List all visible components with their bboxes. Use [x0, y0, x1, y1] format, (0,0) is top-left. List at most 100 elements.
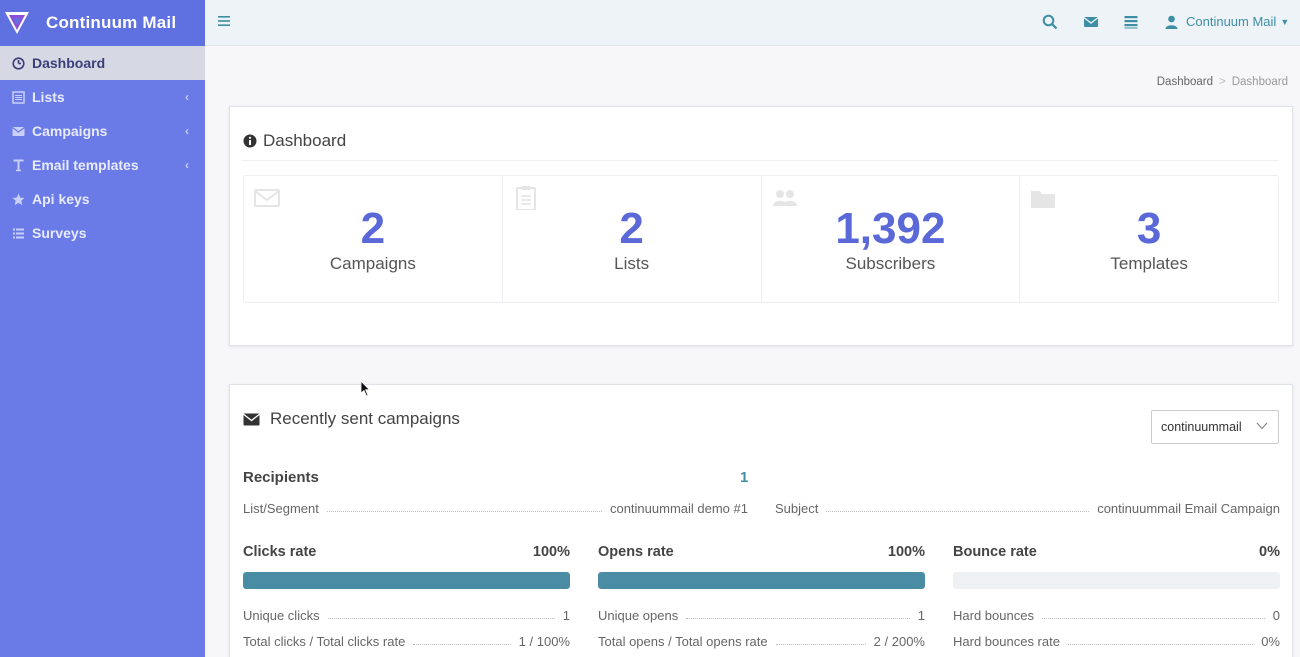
- stat-subscribers[interactable]: 1,392 Subscribers: [762, 176, 1021, 302]
- leader-dots: [826, 511, 1090, 512]
- bounce-rate-bar: [953, 572, 1280, 589]
- sidebar-item-campaigns[interactable]: Campaigns ‹: [0, 114, 205, 148]
- star-icon: [10, 191, 26, 207]
- unique-clicks-row: Unique clicks 1: [243, 608, 570, 623]
- recent-campaigns-panel: Recently sent campaigns continuummail Re…: [229, 384, 1293, 657]
- recent-campaigns-title: Recently sent campaigns: [270, 409, 460, 428]
- dashboard-title: Dashboard: [263, 131, 347, 150]
- recipients-label: Recipients: [243, 469, 319, 486]
- bounce-rate-title: Bounce rate: [953, 544, 1037, 560]
- user-name: Continuum Mail: [1186, 14, 1277, 29]
- hamburger-menu-icon[interactable]: [218, 15, 230, 27]
- total-clicks-label: Total clicks / Total clicks rate: [243, 634, 406, 649]
- stat-lists[interactable]: 2 Lists: [503, 176, 762, 302]
- stat-templates[interactable]: 3 Templates: [1020, 176, 1278, 302]
- subject-value: continuummail Email Campaign: [1097, 501, 1280, 516]
- opens-rate-bar-fill: [598, 572, 925, 589]
- user-icon: [1165, 15, 1178, 29]
- hard-bounces-rate-value: 0%: [1261, 634, 1280, 649]
- total-clicks-value: 1 / 100%: [518, 634, 570, 649]
- clicks-rate-value: 100%: [532, 544, 570, 560]
- stat-label: Subscribers: [845, 254, 936, 273]
- subject-row: Subject continuummail Email Campaign: [775, 501, 1280, 516]
- stat-label: Lists: [614, 254, 650, 273]
- stats-row: 2 Campaigns 2 Lists 1,392 Subscribers 3 …: [243, 175, 1279, 303]
- stat-campaigns[interactable]: 2 Campaigns: [244, 176, 503, 302]
- opens-rate-bar: [598, 572, 925, 589]
- divider: [243, 160, 1279, 161]
- leader-dots: [326, 511, 602, 512]
- list-segment-row: List/Segment continuummail demo #1: [243, 501, 748, 516]
- dashboard-icon: [10, 55, 26, 71]
- bounce-rate-value: 0%: [1259, 544, 1280, 560]
- brand[interactable]: Continuum Mail: [0, 0, 205, 46]
- sidebar: Continuum Mail Dashboard Lists ‹ Campaig…: [0, 0, 205, 657]
- unique-clicks-value: 1: [562, 608, 570, 623]
- subject-label: Subject: [775, 501, 819, 516]
- hard-bounces-rate-row: Hard bounces rate 0%: [953, 634, 1280, 649]
- clicks-rate-bar-fill: [243, 572, 570, 589]
- tasks-icon[interactable]: [1123, 14, 1139, 30]
- breadcrumb-current: Dashboard: [1231, 76, 1288, 88]
- mouse-cursor-icon: [361, 381, 371, 397]
- sidebar-item-lists[interactable]: Lists ‹: [0, 80, 205, 114]
- chevron-left-icon: ‹: [185, 90, 189, 104]
- stat-value: 2: [360, 204, 386, 253]
- leader-dots: [1041, 618, 1265, 619]
- clicks-rate-title: Clicks rate: [243, 544, 317, 560]
- search-icon[interactable]: [1042, 14, 1058, 30]
- total-opens-value: 2 / 200%: [873, 634, 925, 649]
- sidebar-item-label: Surveys: [32, 225, 87, 241]
- unique-clicks-label: Unique clicks: [243, 608, 320, 623]
- breadcrumb: Dashboard > Dashboard: [1157, 76, 1288, 88]
- campaign-select[interactable]: continuummail: [1151, 410, 1279, 444]
- user-menu[interactable]: Continuum Mail ▼: [1165, 14, 1289, 29]
- leader-dots: [1067, 644, 1254, 645]
- list-icon: [10, 89, 26, 105]
- sidebar-item-label: Campaigns: [32, 123, 108, 139]
- list-segment-label: List/Segment: [243, 501, 319, 516]
- hard-bounces-rate-label: Hard bounces rate: [953, 634, 1060, 649]
- envelope-icon[interactable]: [1083, 14, 1099, 30]
- sidebar-item-api-keys[interactable]: Api keys: [0, 182, 205, 216]
- panel-title: Recently sent campaigns: [243, 409, 460, 429]
- users-icon: [772, 190, 797, 206]
- caret-down-icon: ▼: [1280, 16, 1290, 27]
- list-segment-value: continuummail demo #1: [609, 501, 748, 516]
- hard-bounces-row: Hard bounces 0: [953, 608, 1280, 623]
- clipboard-icon: [515, 186, 536, 210]
- opens-rate-value: 100%: [887, 544, 925, 560]
- sidebar-item-label: Dashboard: [32, 55, 106, 71]
- text-icon: [10, 157, 26, 173]
- breadcrumb-home[interactable]: Dashboard: [1157, 76, 1213, 88]
- total-opens-label: Total opens / Total opens rate: [598, 634, 768, 649]
- stat-label: Templates: [1110, 254, 1188, 273]
- chevron-down-icon: [1256, 422, 1268, 430]
- sidebar-item-dashboard[interactable]: Dashboard: [0, 46, 205, 80]
- envelope-icon: [254, 189, 280, 207]
- recipients-value: 1: [740, 469, 749, 486]
- brand-name: Continuum Mail: [46, 13, 177, 32]
- unique-opens-value: 1: [917, 608, 925, 623]
- breadcrumb-separator: >: [1219, 76, 1226, 88]
- total-clicks-row: Total clicks / Total clicks rate 1 / 100…: [243, 634, 570, 649]
- hard-bounces-value: 0: [1272, 608, 1280, 623]
- leader-dots: [775, 644, 866, 645]
- leader-dots: [413, 644, 511, 645]
- list-icon: [10, 225, 26, 241]
- unique-opens-row: Unique opens 1: [598, 608, 925, 623]
- sidebar-item-surveys[interactable]: Surveys: [0, 216, 205, 250]
- opens-rate-title: Opens rate: [598, 544, 674, 560]
- envelope-icon: [243, 413, 260, 425]
- stat-value: 1,392: [835, 204, 946, 253]
- sidebar-item-email-templates[interactable]: Email templates ‹: [0, 148, 205, 182]
- sidebar-item-label: Api keys: [32, 191, 90, 207]
- unique-opens-label: Unique opens: [598, 608, 679, 623]
- sidebar-item-label: Email templates: [32, 157, 139, 173]
- hard-bounces-label: Hard bounces: [953, 608, 1034, 623]
- leader-dots: [686, 618, 910, 619]
- panel-title: Dashboard: [243, 131, 346, 151]
- sidebar-nav: Dashboard Lists ‹ Campaigns ‹ Email temp…: [0, 46, 205, 250]
- clicks-rate-bar: [243, 572, 570, 589]
- brand-logo-icon: [5, 12, 29, 34]
